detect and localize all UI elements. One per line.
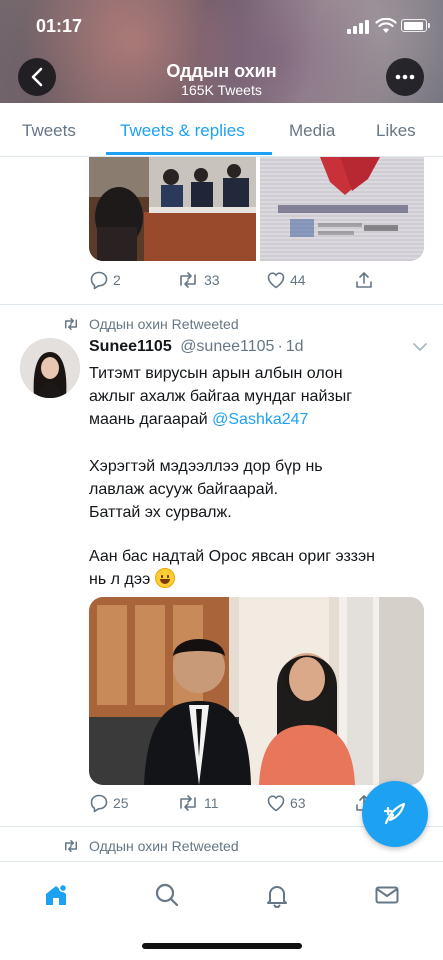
grinning-face-emoji-icon bbox=[154, 568, 175, 588]
nav-home[interactable] bbox=[41, 880, 71, 910]
retweet-icon bbox=[65, 318, 77, 330]
tweet-time: 1d bbox=[285, 338, 304, 355]
home-indicator bbox=[142, 943, 302, 949]
reply-icon bbox=[90, 794, 108, 813]
compose-tweet-icon bbox=[383, 802, 406, 825]
status-bar: 01:17 bbox=[0, 0, 443, 50]
tweet-paragraph: Аан бас надтай Орос явсан ориг эззэн нь … bbox=[89, 545, 419, 591]
retweet-count: 33 bbox=[204, 272, 220, 288]
reply-count: 2 bbox=[113, 272, 121, 288]
reply-button[interactable]: 2 bbox=[89, 270, 121, 290]
retweet-icon bbox=[180, 795, 196, 811]
tweet-divider bbox=[0, 304, 443, 305]
like-button[interactable]: 44 bbox=[266, 270, 306, 290]
cellular-signal-icon bbox=[347, 20, 371, 34]
tweet-line-text: нь л дээ bbox=[89, 571, 151, 588]
retweeted-by-label: Оддын охин Retweeted bbox=[89, 838, 239, 854]
tweet-header: Sunee1105 @sunee1105 · 1d bbox=[89, 338, 304, 356]
wifi-icon bbox=[375, 18, 397, 33]
retweet-icon bbox=[180, 272, 196, 288]
tweet-line: маань дагаарай @Sashka247 bbox=[89, 408, 419, 431]
heart-icon bbox=[267, 272, 285, 289]
nav-messages[interactable] bbox=[372, 880, 402, 910]
tweet-image-couple[interactable] bbox=[89, 597, 424, 785]
author-handle[interactable]: @sunee1105 bbox=[180, 338, 274, 355]
nav-search[interactable] bbox=[152, 880, 182, 910]
retweet-icon bbox=[65, 840, 77, 852]
tweet-line: Аан бас надтай Орос явсан ориг эззэн bbox=[89, 548, 376, 565]
avatar[interactable] bbox=[20, 338, 80, 398]
mention-link[interactable]: @Sashka247 bbox=[212, 411, 308, 428]
reply-button[interactable]: 25 bbox=[89, 793, 129, 813]
heart-icon bbox=[267, 795, 285, 812]
tab-media[interactable]: Media bbox=[289, 121, 335, 141]
bell-icon bbox=[267, 886, 287, 908]
tweet-line: ажлыг ахалж байгаа мундаг найзыг bbox=[89, 388, 353, 405]
profile-header: 01:17 Оддын охин 165K Tweets bbox=[0, 0, 443, 103]
status-time: 01:17 bbox=[36, 16, 83, 36]
profile-name-title: Оддын охин bbox=[166, 61, 277, 81]
tweet-line: лавлаж асууж байгаарай. bbox=[89, 481, 279, 498]
separator-dot: · bbox=[277, 338, 283, 355]
tweet-line-text: маань дагаарай bbox=[89, 411, 208, 428]
tweet-line: Хэрэгтэй мэдээллээ дор бүр нь bbox=[89, 458, 323, 475]
chevron-down-icon[interactable] bbox=[412, 342, 428, 352]
more-options-button[interactable] bbox=[386, 58, 424, 96]
reply-count: 25 bbox=[113, 795, 129, 811]
like-count: 44 bbox=[290, 272, 306, 288]
author-name[interactable]: Sunee1105 bbox=[89, 338, 172, 355]
tweet-image-meeting[interactable] bbox=[89, 157, 256, 261]
retweeted-by-label: Оддын охин Retweeted bbox=[89, 316, 239, 332]
tab-tweets-and-replies[interactable]: Tweets & replies bbox=[120, 121, 245, 141]
search-icon bbox=[155, 883, 179, 907]
reply-icon bbox=[90, 271, 108, 290]
share-icon bbox=[356, 272, 372, 288]
active-tab-indicator bbox=[106, 152, 272, 155]
tweet-line: Баттай эх сурвалж. bbox=[89, 504, 232, 521]
more-horizontal-icon bbox=[395, 74, 415, 80]
tab-tweets[interactable]: Tweets bbox=[22, 121, 76, 141]
home-icon bbox=[46, 883, 68, 905]
retweeted-indicator: Оддын охин Retweeted bbox=[62, 838, 239, 854]
tweet-line: нь л дээ bbox=[89, 568, 419, 591]
tweet-image-document[interactable] bbox=[260, 157, 424, 261]
retweet-button[interactable]: 33 bbox=[176, 270, 220, 290]
like-button[interactable]: 63 bbox=[266, 793, 306, 813]
retweet-count: 11 bbox=[204, 795, 219, 811]
tab-likes[interactable]: Likes bbox=[376, 121, 416, 141]
tweet-paragraph: Хэрэгтэй мэдээллээ дор бүр нь лавлаж асу… bbox=[89, 455, 419, 524]
tweet-actions: 2 33 44 bbox=[0, 270, 443, 294]
share-button[interactable] bbox=[354, 270, 374, 290]
tweet-count: 165K Tweets bbox=[181, 82, 262, 98]
retweeted-indicator: Оддын охин Retweeted bbox=[62, 316, 239, 332]
mail-icon bbox=[375, 886, 399, 904]
battery-icon bbox=[401, 19, 430, 32]
nav-notifications[interactable] bbox=[262, 880, 292, 910]
tweet-line: Титэмт вирусын арын албын олон bbox=[89, 365, 343, 382]
like-count: 63 bbox=[290, 795, 306, 811]
retweet-button[interactable]: 11 bbox=[176, 793, 219, 813]
compose-tweet-button[interactable] bbox=[362, 781, 428, 847]
tweet-body: Титэмт вирусын арын албын олон ажлыг аха… bbox=[89, 362, 419, 431]
profile-tabs: Tweets Tweets & replies Media Likes bbox=[0, 103, 443, 157]
